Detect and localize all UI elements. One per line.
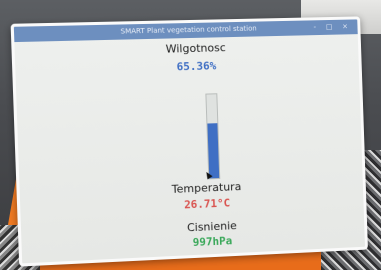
window-controls[interactable]: - □ × [313, 20, 352, 36]
window-content: Wilgotnosc 65.36% Temperatura 26.71°C Ci… [14, 34, 365, 263]
humidity-value: 65.36% [176, 59, 217, 74]
app-window: SMART Plant vegetation control station -… [10, 16, 368, 267]
window-title: SMART Plant vegetation control station [120, 24, 257, 36]
humidity-bar [205, 93, 221, 180]
